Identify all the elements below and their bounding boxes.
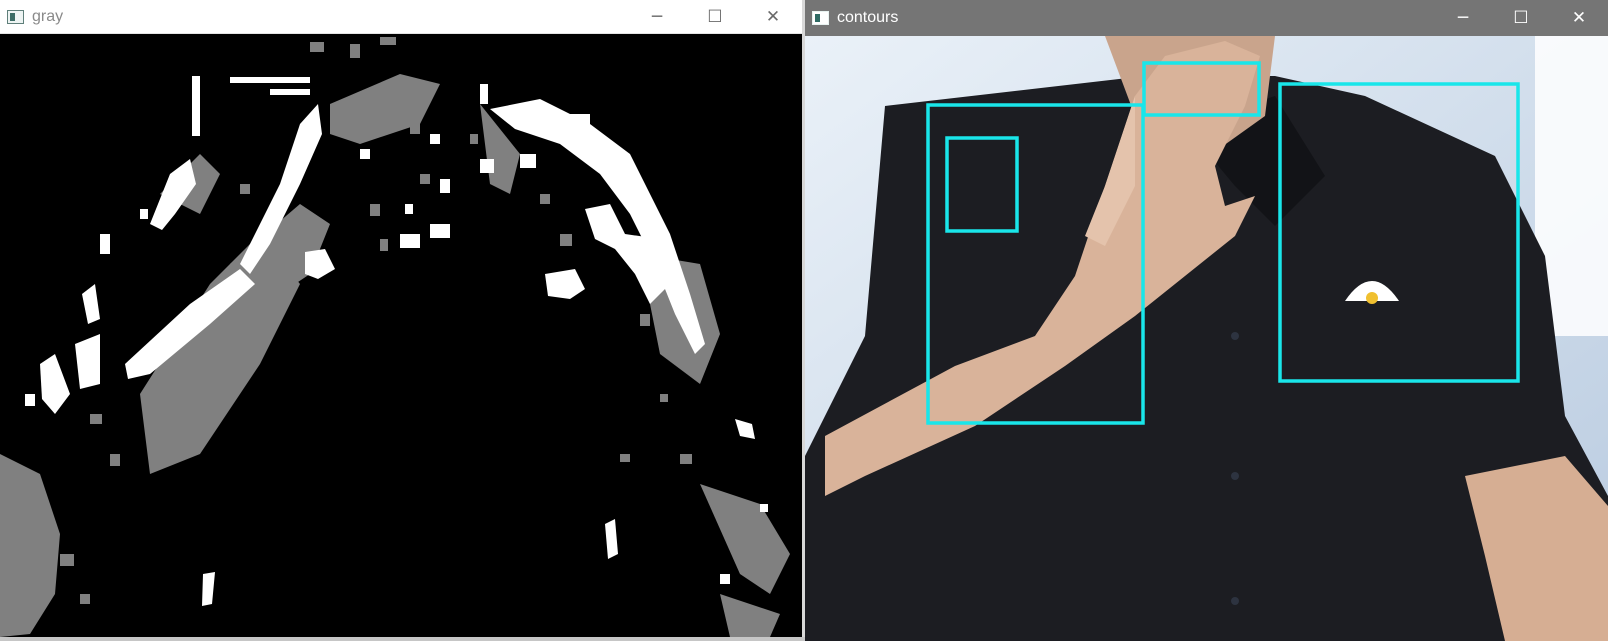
- opencv-window-icon: [812, 11, 829, 25]
- maximize-button[interactable]: ☐: [1492, 0, 1550, 36]
- camera-frame-image: [805, 36, 1608, 641]
- contours-canvas: [805, 36, 1608, 641]
- close-button[interactable]: ✕: [744, 0, 802, 33]
- contours-window[interactable]: contours ─ ☐ ✕: [805, 0, 1608, 641]
- maximize-button[interactable]: ☐: [686, 0, 744, 33]
- minimize-button[interactable]: ─: [628, 0, 686, 33]
- contours-titlebar[interactable]: contours ─ ☐ ✕: [805, 0, 1608, 36]
- minimize-button[interactable]: ─: [1434, 0, 1492, 36]
- gray-window[interactable]: gray ─ ☐ ✕: [0, 0, 802, 637]
- binary-mask-image: [0, 34, 802, 637]
- window-title: gray: [32, 7, 64, 25]
- taskbar-edge: [0, 637, 805, 641]
- close-button[interactable]: ✕: [1550, 0, 1608, 36]
- gray-titlebar[interactable]: gray ─ ☐ ✕: [0, 0, 802, 34]
- window-title: contours: [837, 9, 899, 26]
- opencv-window-icon: [7, 9, 24, 24]
- gray-mask-canvas: [0, 34, 802, 637]
